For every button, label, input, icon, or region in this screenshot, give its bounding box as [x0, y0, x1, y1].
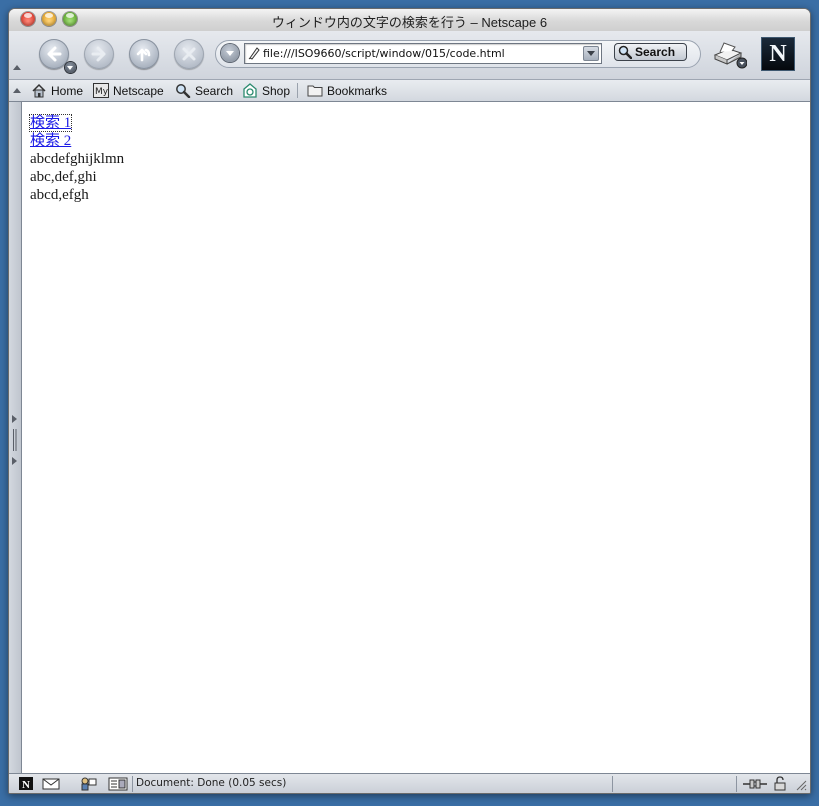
search-button[interactable]: Search — [614, 43, 687, 61]
page-proxy-icon[interactable] — [248, 46, 260, 60]
sidebar-grip-icon[interactable] — [12, 415, 18, 465]
netscape-logo[interactable]: N — [761, 37, 795, 71]
status-text: Document: Done (0.05 secs) — [136, 777, 287, 789]
svg-text:My: My — [95, 87, 109, 97]
mail-icon[interactable] — [42, 776, 60, 791]
netscape-status-icon[interactable]: N — [19, 776, 33, 791]
url-field[interactable] — [244, 43, 602, 64]
personal-toolbar: Home My Netscape Search Shop Bookmarks — [9, 80, 810, 102]
search-button-label: Search — [635, 45, 676, 59]
status-bar: N Document: Done (0.05 secs) — [9, 773, 810, 793]
shop-icon — [243, 83, 257, 98]
forward-arrow-icon — [91, 46, 106, 62]
status-separator — [736, 776, 737, 792]
home-label: Home — [51, 83, 84, 98]
text-line-3: abcd,efgh — [30, 187, 89, 203]
browser-window: ウィンドウ内の文字の検索を行う – Netscape 6 file:///ISO… — [8, 8, 811, 794]
composer-icon[interactable] — [108, 776, 128, 791]
stop-button[interactable] — [174, 39, 204, 69]
instant-messenger-icon[interactable] — [79, 776, 97, 791]
resize-grip-icon[interactable] — [795, 776, 807, 791]
reload-icon — [136, 48, 151, 62]
security-lock-icon[interactable] — [773, 776, 787, 791]
status-separator — [132, 776, 133, 792]
back-arrow-icon — [47, 46, 62, 62]
online-plug-icon[interactable] — [742, 776, 768, 791]
magnifier-icon — [176, 84, 191, 98]
toolbar-shop-button[interactable]: Shop — [242, 82, 290, 99]
page-content: 検索 1 検索 2 abcdefghijklmn abc,def,ghi abc… — [22, 102, 808, 773]
forward-button[interactable] — [84, 39, 114, 69]
stop-x-icon — [182, 47, 196, 61]
search-link-2[interactable]: 検索 2 — [30, 133, 71, 149]
home-icon — [32, 83, 46, 98]
toolbar-my-netscape-button[interactable]: My Netscape — [93, 82, 164, 99]
netscape-label: Netscape — [113, 83, 164, 98]
toolbar-collapse-grip[interactable] — [13, 65, 21, 70]
personal-toolbar-grip[interactable] — [13, 88, 21, 93]
navigation-toolbar: Search N — [9, 31, 810, 80]
back-history-dropdown[interactable] — [65, 62, 76, 73]
url-bar: Search — [215, 40, 701, 68]
bookmarks-folder-icon — [307, 85, 323, 97]
text-line-2: abc,def,ghi — [30, 169, 97, 185]
toolbar-search-button[interactable]: Search — [175, 82, 233, 99]
toolbar-home-button[interactable]: Home — [31, 82, 83, 99]
url-input[interactable] — [263, 45, 581, 61]
status-separator — [612, 776, 613, 792]
magnifier-icon — [618, 45, 632, 59]
shop-label: Shop — [262, 83, 291, 98]
search-label: Search — [195, 83, 234, 98]
sidebar-strip[interactable] — [9, 102, 22, 773]
bookmarks-label: Bookmarks — [327, 83, 388, 98]
window-title: ウィンドウ内の文字の検索を行う – Netscape 6 — [271, 15, 548, 30]
text-line-1: abcdefghijklmn — [30, 151, 125, 167]
url-dropdown-button[interactable] — [583, 46, 599, 61]
svg-text:N: N — [22, 779, 30, 791]
search-link-1[interactable]: 検索 1 — [28, 114, 73, 132]
reload-button[interactable] — [129, 39, 159, 69]
my-netscape-icon: My — [93, 83, 109, 98]
title-bar[interactable]: ウィンドウ内の文字の検索を行う – Netscape 6 — [9, 9, 810, 32]
url-history-button[interactable] — [221, 44, 239, 62]
toolbar-separator — [297, 83, 298, 98]
toolbar-bookmarks-button[interactable]: Bookmarks — [307, 82, 387, 99]
print-icon[interactable] — [711, 41, 747, 69]
